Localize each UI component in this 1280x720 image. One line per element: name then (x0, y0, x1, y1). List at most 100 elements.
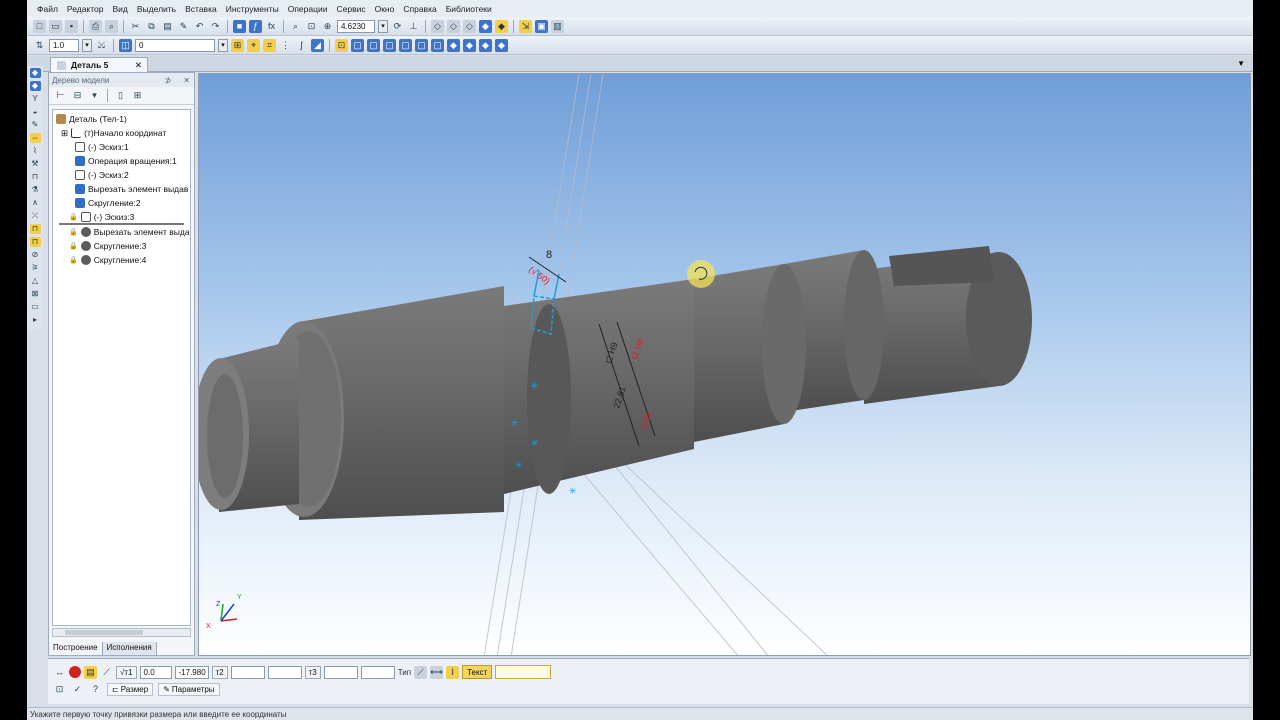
tab-list-dropdown-icon[interactable]: ▼ (1237, 59, 1245, 68)
tree-structure-icon[interactable]: ⊢ (54, 89, 67, 102)
dimension-active-icon[interactable]: ⊓ (29, 224, 41, 234)
aux-geometry-icon[interactable]: ✎ (30, 120, 41, 130)
dim-type-vertical-icon[interactable]: I (446, 665, 460, 679)
surfaces-icon[interactable]: Y (30, 94, 41, 104)
copy-icon[interactable]: ⧉ (145, 20, 158, 33)
tree-expand-icon[interactable]: ⊞ (131, 89, 144, 102)
freeze-icon[interactable]: ⟋ (100, 666, 113, 679)
spec-icon[interactable]: ⚗ (30, 185, 41, 195)
view-iso4-icon[interactable]: ◆ (495, 38, 508, 52)
zoom-scale-icon[interactable]: ⊕ (321, 20, 334, 33)
menu-help[interactable]: Справка (403, 4, 436, 14)
dimension-width-label[interactable]: 8 (546, 249, 552, 261)
rotate-icon[interactable]: ⟳ (391, 20, 404, 33)
tab-construction[interactable]: Построение (49, 642, 103, 655)
auto-create-icon[interactable]: ▤ (84, 665, 97, 679)
section-icon[interactable]: ▥ (551, 19, 564, 33)
menu-window[interactable]: Окно (375, 4, 395, 14)
dim-type-horizontal-icon[interactable]: ⟷ (430, 665, 444, 679)
angle-dim-icon[interactable]: ⊘ (30, 250, 41, 260)
text-button[interactable]: Текст (462, 665, 493, 679)
tree-dropdown-icon[interactable]: ▾ (88, 89, 101, 102)
filter-icon[interactable]: ⇲ (519, 19, 532, 33)
scale-dropdown-icon[interactable]: ▾ (82, 38, 92, 52)
redo-icon[interactable]: ↷ (209, 20, 222, 33)
panel-drag-icon[interactable]: ↔ (53, 666, 66, 679)
save-icon[interactable]: ▪ (65, 19, 78, 33)
orient-plane-icon[interactable]: ◢ (311, 38, 324, 52)
open-file-icon[interactable]: ▭ (49, 19, 62, 33)
new-file-icon[interactable]: □ (33, 19, 46, 33)
point3-y-field[interactable] (360, 665, 395, 679)
point1-y-field[interactable]: -17.980 (174, 665, 209, 679)
model-viewport[interactable]: ✳ ✳ ✳ ✳ ✳ 8 (√ 50) t2 H9 22,81 t2 H8 −0,… (198, 73, 1251, 656)
view-front-icon[interactable]: ▢ (351, 38, 364, 52)
diagnostic-icon[interactable]: ⚒ (30, 159, 41, 169)
annotation-icon[interactable]: ∧ (30, 198, 41, 208)
measure-icon[interactable]: ⌇ (30, 146, 41, 156)
grid-icon[interactable]: ⋮ (279, 39, 292, 52)
orientation-icon[interactable]: ⊥ (407, 20, 420, 33)
sheet-metal-icon[interactable]: ⊓ (30, 172, 41, 182)
thin-lines-icon[interactable]: ◇ (463, 19, 476, 33)
close-tab-icon[interactable]: ✕ (135, 60, 142, 71)
point1-button[interactable]: √ т1 (116, 665, 137, 679)
sketch-mode-icon[interactable]: ⊡ (335, 38, 348, 52)
zoom-value-field[interactable]: 4.6230 (337, 19, 375, 33)
tab-parameters[interactable]: ✎ Параметры (158, 683, 220, 696)
tree-horizontal-scrollbar[interactable] (52, 628, 191, 637)
close-panel-icon[interactable]: ✕ (183, 76, 190, 85)
tree-node-fillet-3[interactable]: 🔒 Скругление:3 (69, 239, 146, 253)
tree-node-fillet-4[interactable]: 🔒 Скругление:4 (69, 253, 146, 267)
zoom-window-icon[interactable]: ⊡ (305, 20, 318, 33)
dimension-tolerance-label[interactable]: (√ 50) (527, 264, 552, 286)
menu-edit[interactable]: Редактор (67, 4, 104, 14)
keyway-slot[interactable] (889, 246, 994, 286)
menu-view[interactable]: Вид (113, 4, 128, 14)
zoom-dropdown-icon[interactable]: ▾ (378, 19, 388, 33)
point2-y-field[interactable] (267, 665, 302, 679)
tree-node-fillet-2[interactable]: Скругление:2 (75, 196, 141, 210)
shaded-icon[interactable]: ◆ (479, 19, 492, 33)
dimensions-icon[interactable]: ⇔ (29, 133, 41, 143)
fx-icon[interactable]: fx (265, 20, 278, 33)
print-icon[interactable]: ⎙ (89, 19, 102, 33)
panel-icon-2[interactable]: ✓ (71, 683, 84, 696)
sketch-point[interactable]: ✳ (530, 381, 538, 392)
tree-node-cut-1[interactable]: Вырезать элемент выдав (75, 182, 188, 196)
point2-x-field[interactable] (230, 665, 265, 679)
roughness-icon[interactable]: ⊠ (30, 289, 41, 299)
tolerance-icon[interactable]: ▭ (30, 302, 41, 312)
ortho-icon[interactable]: ⌗ (263, 38, 276, 52)
view-iso2-icon[interactable]: ◆ (463, 38, 476, 52)
point3-x-field[interactable] (323, 665, 358, 679)
local-cs-icon[interactable]: ʃ (295, 39, 308, 52)
tab-versions[interactable]: Исполнения (102, 642, 157, 655)
paste-icon[interactable]: ▤ (161, 20, 174, 33)
pin-icon[interactable]: ⊅ (165, 76, 172, 85)
layer-dropdown-icon[interactable]: ▾ (218, 38, 228, 52)
tree-page-icon[interactable]: ▯ (114, 89, 127, 102)
view-iso-icon[interactable]: ◆ (447, 38, 460, 52)
sketch-line[interactable] (553, 273, 560, 300)
help-icon[interactable]: ? (89, 683, 102, 696)
expand-icon[interactable]: ⊞ (61, 128, 68, 139)
view-left-icon[interactable]: ▢ (415, 38, 428, 52)
base-icon[interactable]: △ (30, 276, 41, 286)
view-right-icon[interactable]: ▢ (431, 38, 444, 52)
scrollbar-thumb[interactable] (65, 630, 143, 635)
menu-file[interactable]: Файл (37, 4, 58, 14)
point1-x-field[interactable]: 0.0 (139, 665, 172, 679)
shaft-model[interactable] (199, 246, 1032, 520)
menu-libraries[interactable]: Библиотеки (446, 4, 492, 14)
point3-button[interactable]: т3 (304, 665, 321, 679)
menu-service[interactable]: Сервис (336, 4, 365, 14)
tree-node-sketch-1[interactable]: (-) Эскиз:1 (75, 140, 129, 154)
edit-details-icon[interactable]: ◆ (29, 81, 41, 91)
sketch-point[interactable]: ✳ (515, 460, 523, 470)
manager-icon[interactable]: ■ (233, 19, 246, 33)
tree-node-part[interactable]: Деталь (Тел-1) (56, 112, 127, 126)
menu-operations[interactable]: Операции (288, 4, 328, 14)
sketch-point[interactable]: ✳ (569, 486, 577, 496)
layer-field[interactable]: 0 (135, 38, 215, 52)
